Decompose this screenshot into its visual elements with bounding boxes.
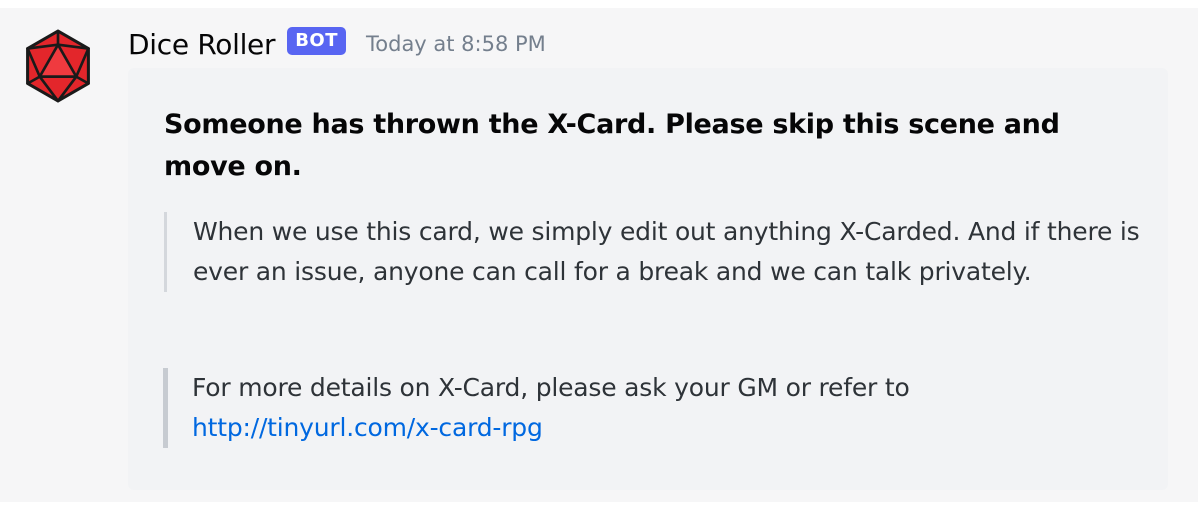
quote-text: When we use this card, we simply edit ou…	[193, 217, 1140, 286]
bot-badge: BOT	[287, 27, 346, 55]
chat-message: Dice Roller BOT Today at 8:58 PM Someone…	[0, 8, 1198, 502]
message-timestamp[interactable]: Today at 8:58 PM	[366, 32, 546, 56]
message-header: Dice Roller BOT Today at 8:58 PM	[128, 24, 546, 64]
avatar[interactable]	[20, 28, 96, 104]
x-card-link[interactable]: http://tinyurl.com/x-card-rpg	[192, 413, 543, 442]
blockquote: When we use this card, we simply edit ou…	[164, 212, 1143, 292]
embed-title: Someone has thrown the X-Card. Please sk…	[164, 109, 1060, 182]
d20-dice-icon	[26, 29, 90, 103]
message-embed: Someone has thrown the X-Card. Please sk…	[128, 68, 1168, 490]
username[interactable]: Dice Roller	[128, 28, 275, 61]
details-text: For more details on X-Card, please ask y…	[192, 373, 910, 402]
details-blockquote: For more details on X-Card, please ask y…	[163, 368, 1142, 448]
